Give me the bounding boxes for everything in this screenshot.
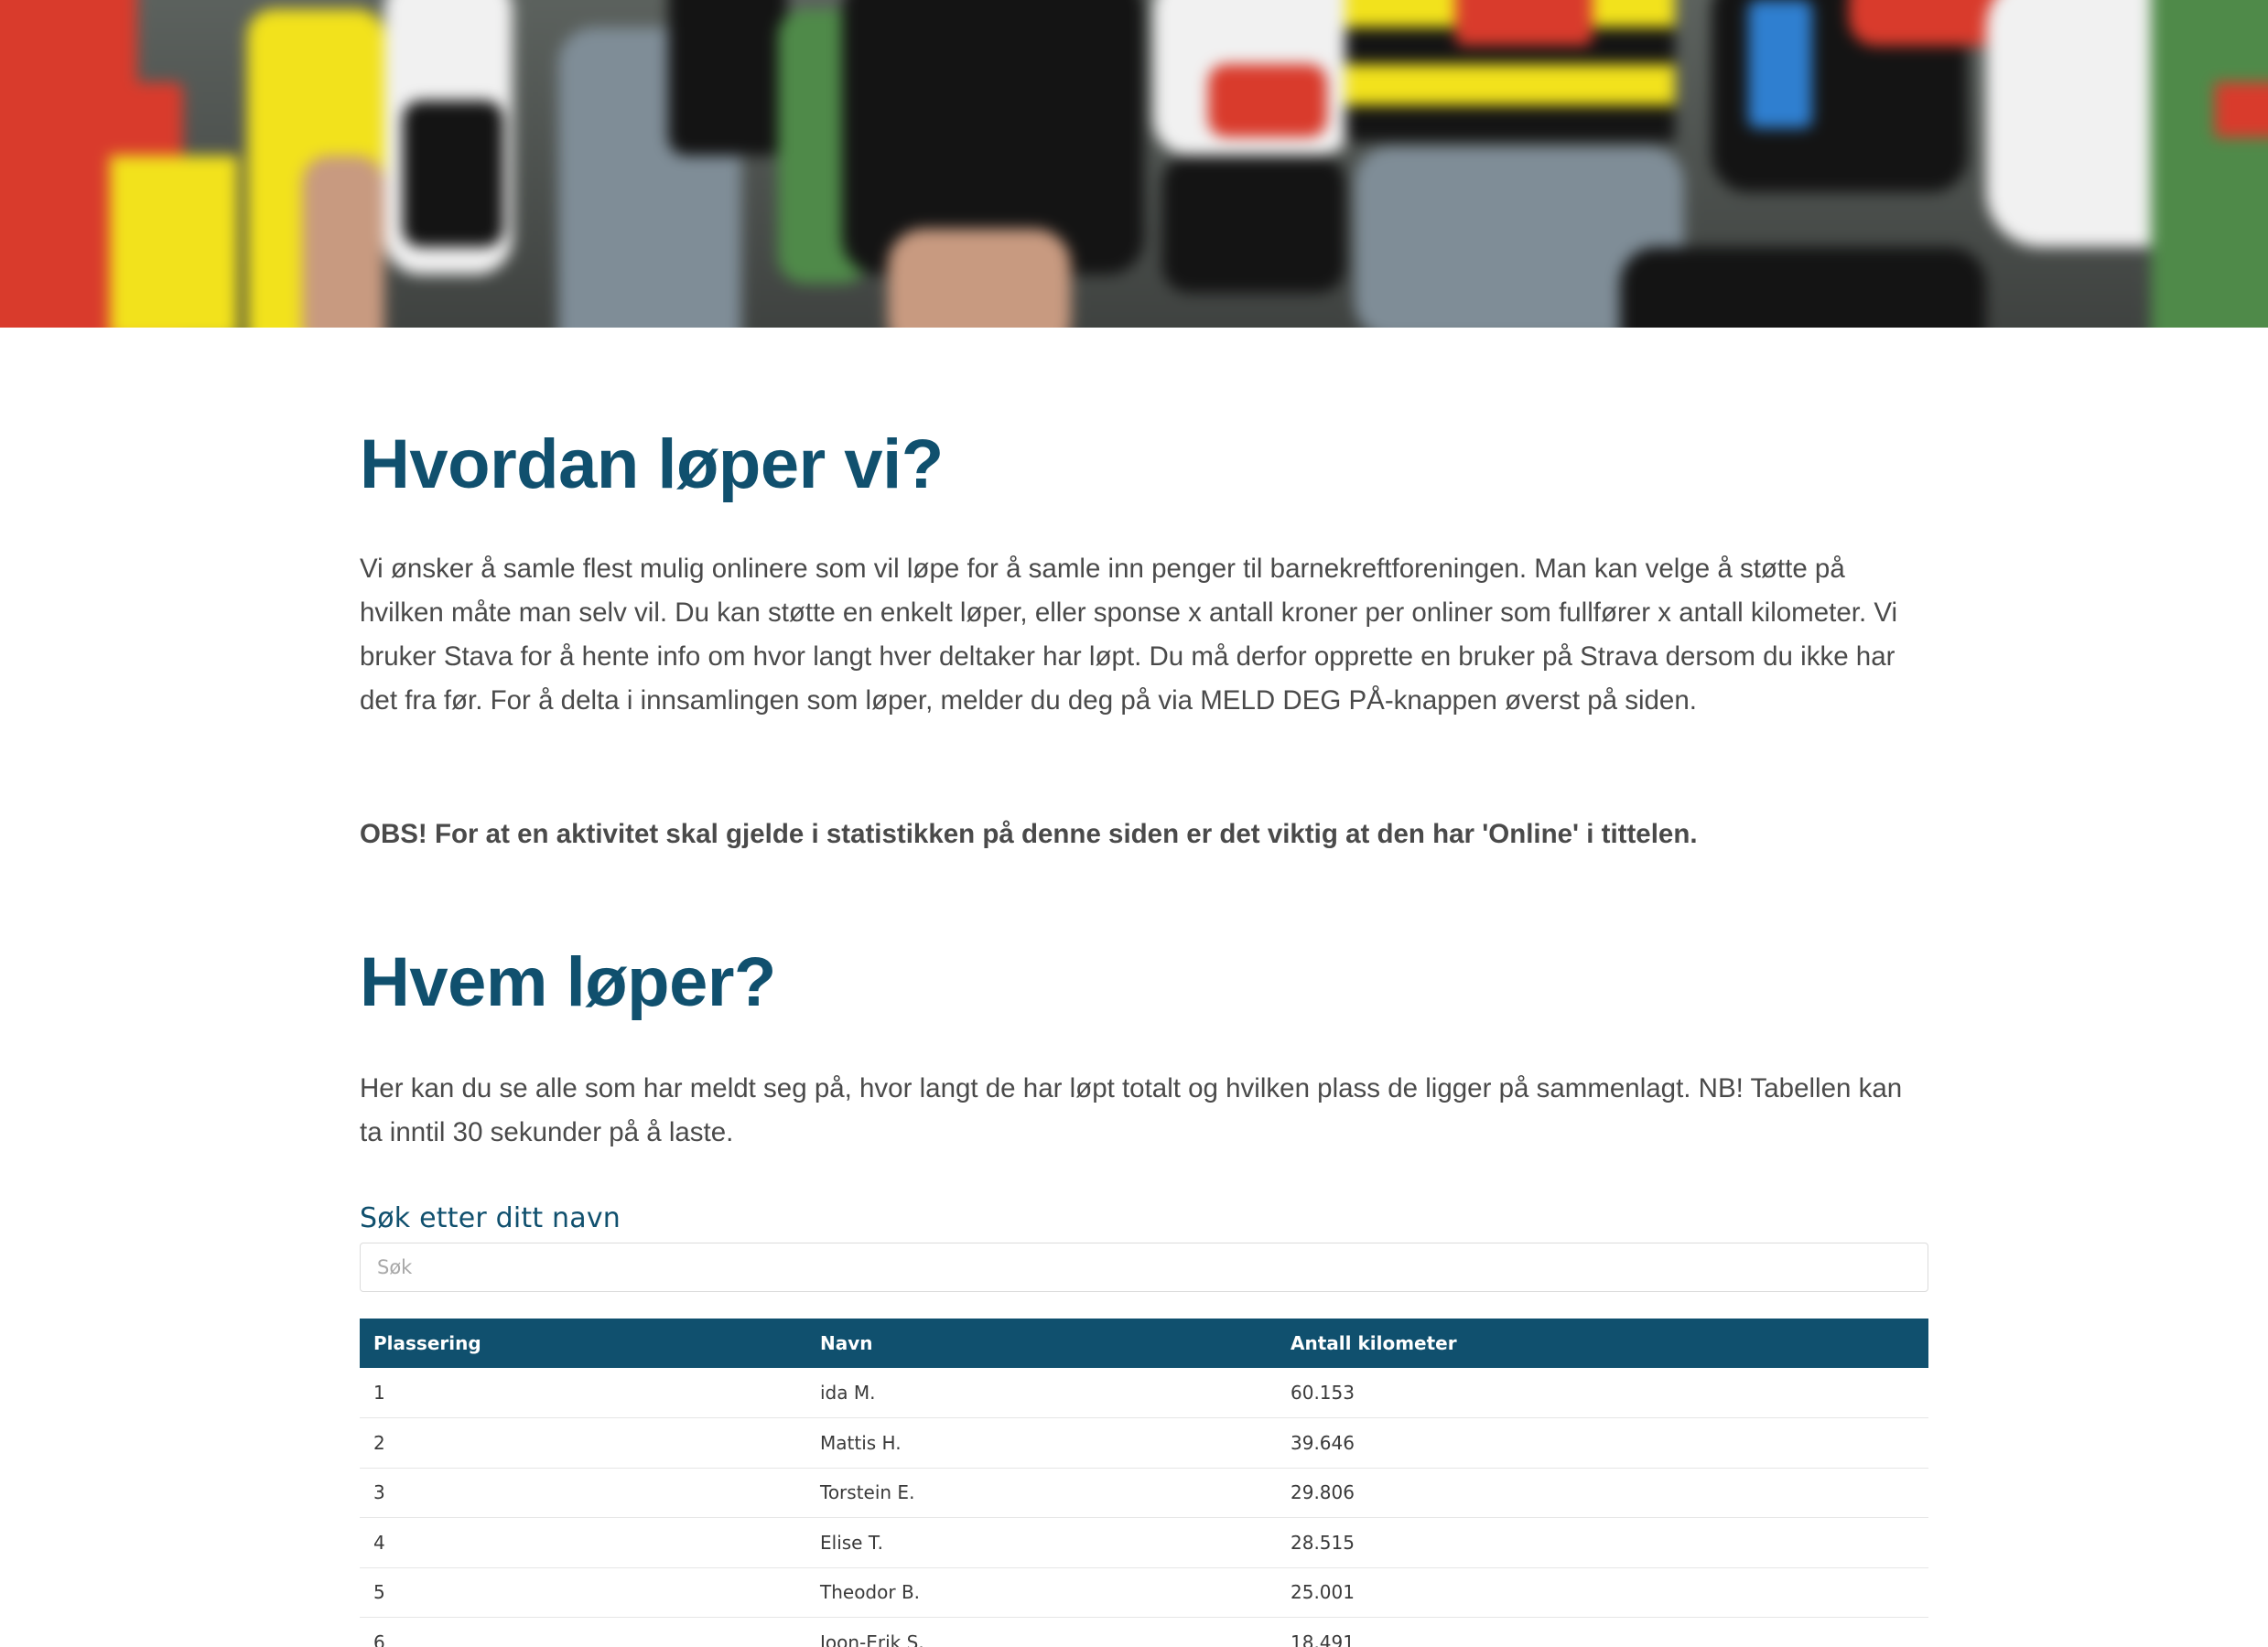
hero-photo-shape [1345,64,1675,105]
intro-paragraph: Vi ønsker å samle flest mulig onlinere s… [360,554,1898,716]
hero-photo-shape [403,101,503,247]
cell-kilometers: 39.646 [1277,1417,1928,1469]
hero-photo-shape [1620,247,1986,328]
hero-photo-shape [110,156,238,328]
column-header-kilometers[interactable]: Antall kilometer [1277,1319,1928,1368]
runners-table: Plassering Navn Antall kilometer 1 ida M… [360,1319,1928,1647]
hero-photo-shape [668,0,787,156]
table-row: 5 Theodor B. 25.001 [360,1567,1928,1618]
section-heading-how: Hvordan løper vi? [360,425,944,503]
cell-name: Joon-Erik S. [806,1617,1277,1647]
table-header-row: Plassering Navn Antall kilometer [360,1319,1928,1368]
hero-photo-shape [1455,0,1593,46]
column-header-name[interactable]: Navn [806,1319,1277,1368]
who-paragraph: Her kan du se alle som har meldt seg på,… [360,1073,1903,1147]
cell-placement: 2 [360,1417,806,1469]
cell-name: Mattis H. [806,1417,1277,1469]
table-row: 2 Mattis H. 39.646 [360,1417,1928,1469]
cell-kilometers: 25.001 [1277,1567,1928,1618]
cell-placement: 5 [360,1567,806,1618]
cell-name: Theodor B. [806,1567,1277,1618]
table-row: 6 Joon-Erik S. 18.491 [360,1617,1928,1647]
cell-placement: 4 [360,1517,806,1568]
page: Hvordan løper vi? Vi ønsker å samle fles… [0,0,2268,1647]
search-label: Søk etter ditt navn [360,1202,621,1234]
cell-placement: 6 [360,1617,806,1647]
hero-banner-image [0,0,2268,328]
cell-kilometers: 18.491 [1277,1617,1928,1647]
cell-name: ida M. [806,1368,1277,1418]
notice-paragraph: OBS! For at en aktivitet skal gjelde i s… [360,819,1698,849]
hero-photo-shape [302,156,384,328]
cell-kilometers: 60.153 [1277,1368,1928,1418]
cell-kilometers: 29.806 [1277,1468,1928,1518]
hero-photo-shape [1208,64,1327,137]
hero-photo-shape [1162,156,1345,293]
hero-runners-photo [0,0,2268,328]
hero-photo-shape [2151,0,2268,328]
table-row: 3 Torstein E. 29.806 [360,1468,1928,1518]
table-row: 4 Elise T. 28.515 [360,1517,1928,1568]
hero-photo-shape [888,229,1071,328]
cell-kilometers: 28.515 [1277,1517,1928,1568]
section-heading-who: Hvem løper? [360,943,776,1021]
table-header: Plassering Navn Antall kilometer [360,1319,1928,1368]
cell-placement: 3 [360,1468,806,1518]
hero-photo-shape [1748,0,1812,128]
cell-placement: 1 [360,1368,806,1418]
cell-name: Torstein E. [806,1468,1277,1518]
search-input[interactable] [360,1243,1928,1292]
table-row: 1 ida M. 60.153 [360,1368,1928,1418]
cell-name: Elise T. [806,1517,1277,1568]
table-body: 1 ida M. 60.153 2 Mattis H. 39.646 3 Tor… [360,1368,1928,1647]
column-header-placement[interactable]: Plassering [360,1319,806,1368]
hero-photo-shape [2215,82,2268,137]
hero-photo-shape [1345,105,1675,142]
